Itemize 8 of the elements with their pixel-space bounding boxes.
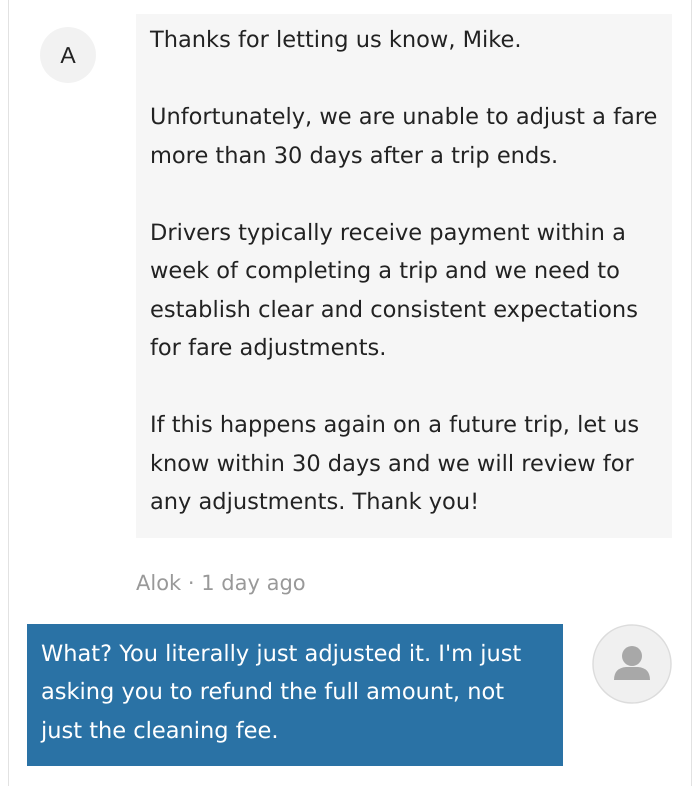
message-text: What? You literally just adjusted it. I'm just asking you to refund the full amount, not just the cleaning fee. [41,640,522,746]
message-text: Drivers typically receive payment within a week of completing a trip and we need to establish clear and consistent expectations for fare adjustments. [150,218,639,363]
message-meta: Alok · 1 day ago [136,570,306,596]
message-text: If this happens again on a future trip, let us know within 30 days and we will review for any adjustments. Thank you! [150,411,640,517]
user-avatar-icon [592,624,672,704]
avatar: A [40,27,96,83]
message-text: Thanks for letting us know, Mike. [150,26,523,55]
message-text: Unfortunately, we are unable to adjust a fare more than 30 days after a trip ends. [150,103,658,170]
